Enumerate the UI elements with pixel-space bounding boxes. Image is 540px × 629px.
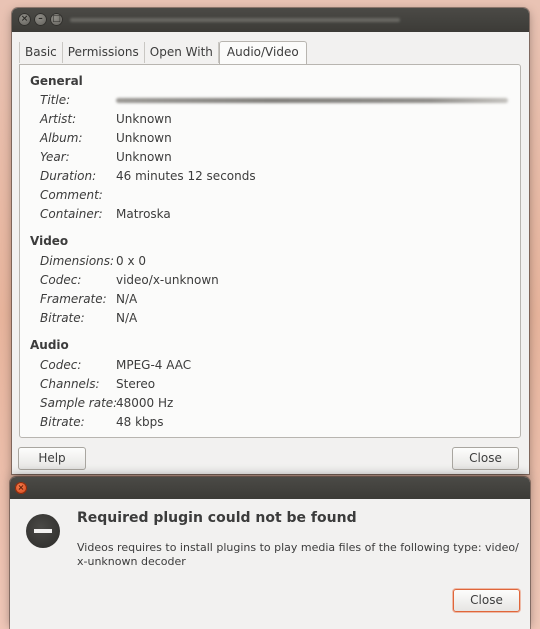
window-minimize-icon[interactable]: – [34, 13, 47, 26]
section-audio-title: Audio [30, 338, 69, 352]
row-value: N/A [116, 311, 138, 325]
dialog-heading: Required plugin could not be found [77, 510, 357, 526]
row-label: Codec: [40, 358, 82, 372]
row-value: Stereo [116, 377, 156, 391]
row-label: Bitrate: [40, 311, 85, 325]
row-value: 0 x 0 [116, 254, 146, 268]
row-value: 48 kbps [116, 415, 164, 429]
row-value: video/x-unknown [116, 273, 219, 287]
tab-permissions[interactable]: Permissions [63, 42, 145, 63]
close-button[interactable]: Close [452, 447, 519, 470]
tab-audio-video[interactable]: Audio/Video [218, 41, 307, 64]
dialog-close-button[interactable]: Close [453, 589, 520, 612]
row-label: Duration: [40, 169, 97, 183]
row-label: Artist: [40, 112, 77, 126]
row-value: N/A [116, 292, 138, 306]
row-label: Comment: [40, 188, 103, 202]
tab-bar: Basic Permissions Open With Audio/Video [19, 41, 307, 64]
row-value: MPEG-4 AAC [116, 358, 192, 372]
dialog-message: Videos requires to install plugins to pl… [77, 541, 519, 568]
help-button[interactable]: Help [18, 447, 86, 470]
row-value: Matroska [116, 207, 171, 221]
section-video-title: Video [30, 234, 69, 248]
row-label: Album: [40, 131, 83, 145]
row-label: Channels: [40, 377, 100, 391]
row-label: Dimensions: [40, 254, 115, 268]
dialog-titlebar[interactable]: × [10, 477, 530, 499]
properties-window: × – □ Basic Permissions Open With Audio/… [12, 8, 529, 474]
row-label: Year: [40, 150, 70, 164]
row-value: Unknown [116, 150, 172, 164]
row-value: Unknown [116, 131, 172, 145]
window-titlebar[interactable]: × – □ [12, 8, 529, 32]
section-general-title: General [30, 74, 83, 88]
row-value: Unknown [116, 112, 172, 126]
row-value: 48000 Hz [116, 396, 174, 410]
dialog-close-icon[interactable]: × [15, 482, 27, 494]
error-icon [26, 514, 60, 548]
window-title-blurred [70, 18, 400, 22]
tab-open-with[interactable]: Open With [145, 42, 219, 63]
window-maximize-icon[interactable]: □ [50, 13, 63, 26]
tab-basic[interactable]: Basic [19, 42, 63, 63]
row-label: Bitrate: [40, 415, 85, 429]
row-label: Codec: [40, 273, 82, 287]
row-value: 46 minutes 12 seconds [116, 169, 256, 183]
row-label: Sample rate: [40, 396, 118, 410]
row-label: Container: [40, 207, 103, 221]
plugin-error-dialog: × Required plugin could not be found Vid… [10, 477, 530, 629]
window-close-icon[interactable]: × [18, 13, 31, 26]
title-value-blurred [116, 98, 508, 103]
audio-video-panel: General Title: Artist: Unknown Album: Un… [19, 64, 521, 438]
row-label: Framerate: [40, 292, 107, 306]
row-label: Title: [40, 93, 71, 107]
